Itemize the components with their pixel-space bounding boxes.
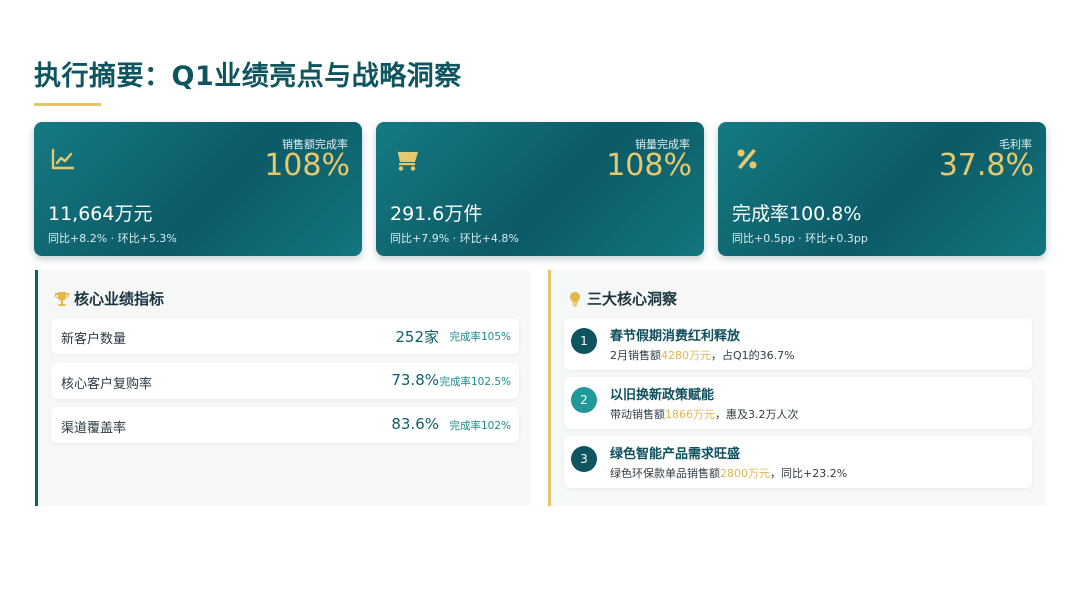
metric-value: 252家 xyxy=(395,328,439,346)
kpi-sub-text: 同比+0.5pp · 环比+0.3pp xyxy=(732,232,868,245)
metric-row: 新客户数量 252家 完成率105% xyxy=(51,318,519,354)
metric-row: 核心客户复购率 73.8% 完成率102.5% xyxy=(51,363,519,399)
kpi-sub-text: 同比+7.9% · 环比+4.8% xyxy=(390,232,519,245)
insight-highlight: 1866万元 xyxy=(665,408,715,421)
insight-title: 以旧换新政策赋能 xyxy=(610,388,715,403)
kpi-rate-value: 37.8% xyxy=(938,148,1034,183)
core-metrics-title: 核心业绩指标 xyxy=(74,290,165,308)
percent-icon xyxy=(734,146,760,172)
insights-heading: 三大核心洞察 xyxy=(567,288,677,309)
insight-number-badge: 1 xyxy=(571,328,597,354)
insight-card: 2 以旧换新政策赋能 带动销售额1866万元，惠及3.2万人次 xyxy=(564,377,1032,429)
insight-desc: 绿色环保款单品销售额2800万元，同比+23.2% xyxy=(610,467,848,480)
insight-desc: 2月销售额4280万元，占Q1的36.7% xyxy=(610,349,795,362)
kpi-main-value: 完成率100.8% xyxy=(732,203,862,225)
metric-value: 73.8% xyxy=(391,371,439,389)
metric-rate: 完成率102.5% xyxy=(439,376,511,388)
kpi-main-value: 291.6万件 xyxy=(390,203,483,225)
insight-title: 春节假期消费红利释放 xyxy=(610,329,741,344)
metric-value: 83.6% xyxy=(391,415,439,433)
insight-title: 绿色智能产品需求旺盛 xyxy=(610,447,741,462)
lightbulb-icon xyxy=(567,291,583,307)
trophy-icon xyxy=(54,291,70,307)
insight-desc: 带动销售额1866万元，惠及3.2万人次 xyxy=(610,408,799,421)
kpi-card-volume: 销量完成率 108% 291.6万件 同比+7.9% · 环比+4.8% xyxy=(376,122,704,256)
metric-rate: 完成率102% xyxy=(449,420,511,432)
line-chart-icon xyxy=(50,146,76,172)
page-title: 执行摘要：Q1业绩亮点与战略洞察 xyxy=(34,61,462,92)
insight-card: 3 绿色智能产品需求旺盛 绿色环保款单品销售额2800万元，同比+23.2% xyxy=(564,436,1032,488)
metric-label: 渠道覆盖率 xyxy=(61,421,127,436)
core-metrics-heading: 核心业绩指标 xyxy=(54,288,164,309)
title-underline xyxy=(34,103,101,106)
kpi-card-margin: 毛利率 37.8% 完成率100.8% 同比+0.5pp · 环比+0.3pp xyxy=(718,122,1046,256)
shopping-cart-icon xyxy=(392,146,418,172)
metric-row: 渠道覆盖率 83.6% 完成率102% xyxy=(51,407,519,443)
insights-panel: 三大核心洞察 1 春节假期消费红利释放 2月销售额4280万元，占Q1的36.7… xyxy=(548,270,1045,506)
insights-title: 三大核心洞察 xyxy=(587,290,678,308)
insight-number-badge: 2 xyxy=(571,387,597,413)
insight-card: 1 春节假期消费红利释放 2月销售额4280万元，占Q1的36.7% xyxy=(564,318,1032,370)
kpi-rate-value: 108% xyxy=(606,148,692,183)
kpi-sub-text: 同比+8.2% · 环比+5.3% xyxy=(48,232,177,245)
insight-highlight: 2800万元 xyxy=(720,467,770,480)
metric-label: 核心客户复购率 xyxy=(61,377,153,392)
kpi-rate-value: 108% xyxy=(264,148,350,183)
metric-label: 新客户数量 xyxy=(61,332,127,347)
metric-rate: 完成率105% xyxy=(449,331,511,343)
insight-highlight: 4280万元 xyxy=(661,349,711,362)
kpi-card-sales: 销售额完成率 108% 11,664万元 同比+8.2% · 环比+5.3% xyxy=(34,122,362,256)
kpi-main-value: 11,664万元 xyxy=(48,203,153,225)
insight-number-badge: 3 xyxy=(571,446,597,472)
core-metrics-panel: 核心业绩指标 新客户数量 252家 完成率105% 核心客户复购率 73.8% … xyxy=(35,270,530,506)
